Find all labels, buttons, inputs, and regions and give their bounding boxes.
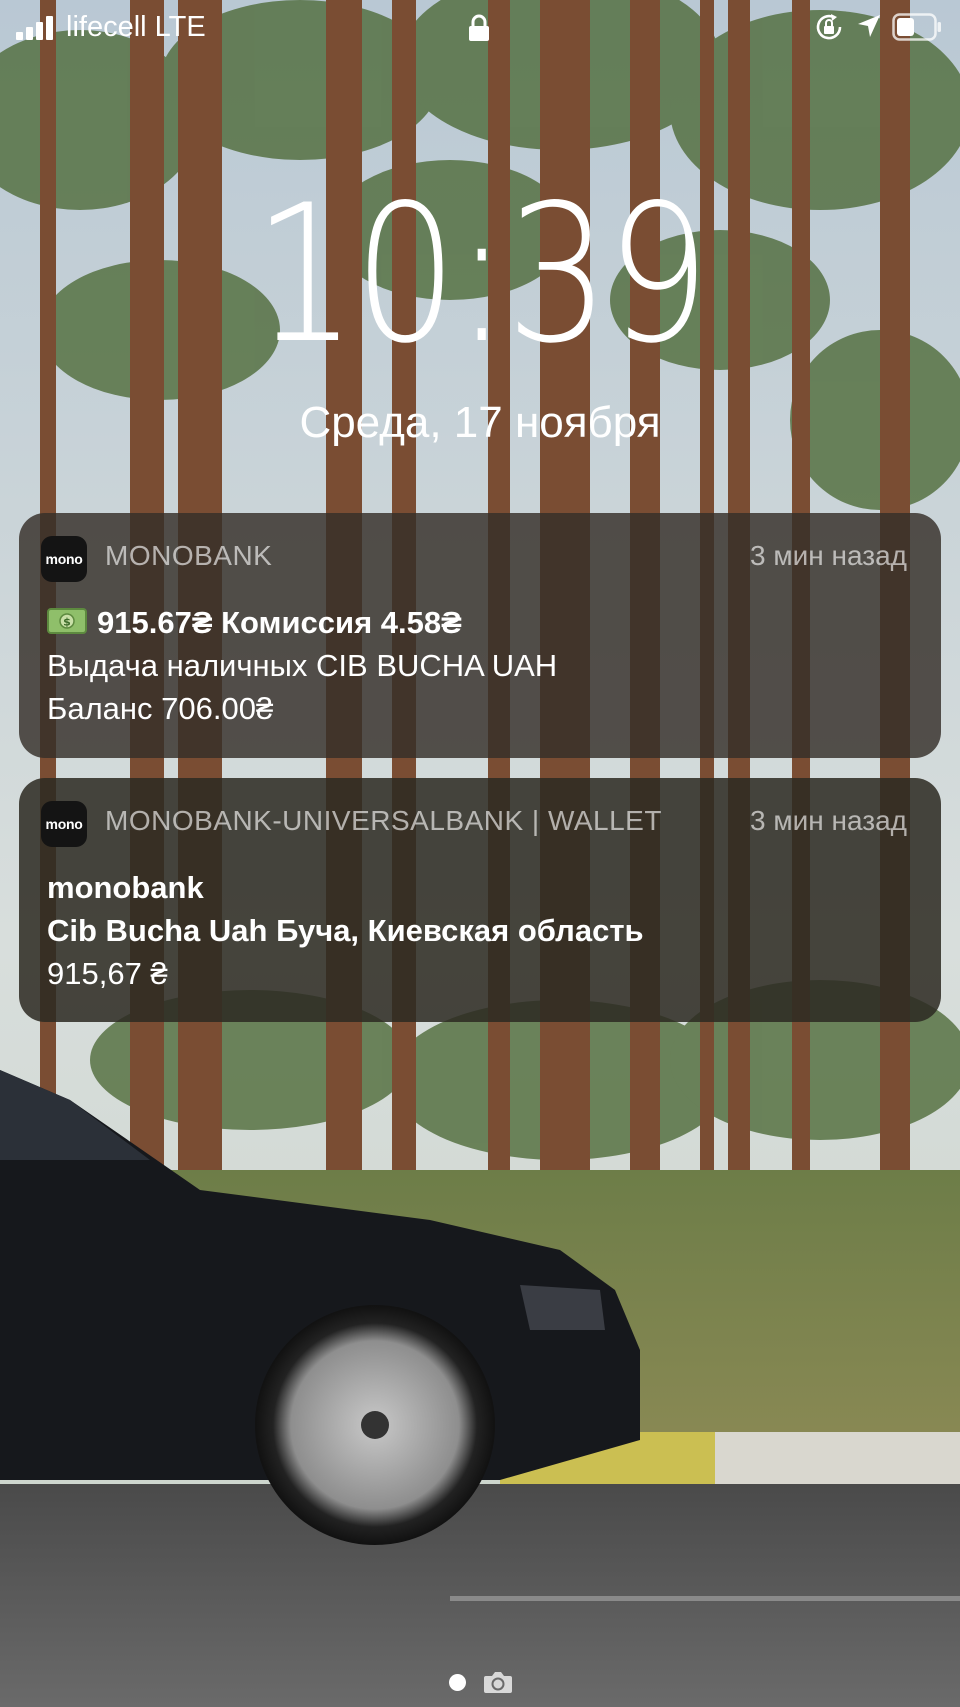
notification-monobank[interactable]: mono MONOBANK 3 мин назад $ 915.67₴ Коми… xyxy=(19,513,941,758)
carrier-label: lifecell LTE xyxy=(66,11,206,43)
notification-wallet[interactable]: mono MONOBANK-UNIVERSALBANK | WALLET 3 м… xyxy=(19,778,941,1022)
camera-icon[interactable] xyxy=(483,1669,513,1695)
notification-title-line: $ 915.67₴ Комиссия 4.58₴ xyxy=(47,601,913,644)
notification-app-name: MONOBANK-UNIVERSALBANK | WALLET xyxy=(105,805,662,836)
page-indicator-dot xyxy=(449,1674,466,1691)
notification-title: monobank xyxy=(47,870,204,905)
lock-icon xyxy=(469,14,489,41)
battery-icon xyxy=(892,13,941,41)
notification-body: $ 915.67₴ Комиссия 4.58₴ Выдача наличных… xyxy=(47,601,913,730)
lock-screen: lifecell LTE 10:39 Среда, 17 ноября mono… xyxy=(0,0,960,1707)
notification-line: Выдача наличных CIB BUCHA UAH xyxy=(47,648,558,683)
monobank-app-icon: mono xyxy=(41,536,87,582)
signal-icon xyxy=(16,14,58,40)
notification-app-name: MONOBANK xyxy=(105,540,273,571)
rotation-lock-icon xyxy=(816,14,842,40)
money-bill-icon: $ xyxy=(47,608,87,634)
lock-screen-time: 10:39 xyxy=(253,164,710,385)
svg-text:$: $ xyxy=(63,616,71,629)
lock-screen-date: Среда, 17 ноября xyxy=(299,398,661,447)
monobank-app-icon: mono xyxy=(41,801,87,847)
location-icon xyxy=(858,15,880,37)
notification-body: monobank Cib Bucha Uah Буча, Киевская об… xyxy=(47,866,913,995)
notification-amount: 915,67 ₴ xyxy=(47,956,168,991)
notification-subtitle: Cib Bucha Uah Буча, Киевская область xyxy=(47,913,644,948)
notification-time: 3 мин назад xyxy=(750,540,907,571)
notification-line: Баланс 706.00₴ xyxy=(47,691,274,726)
notification-time: 3 мин назад xyxy=(750,805,907,836)
status-bar: lifecell LTE xyxy=(0,0,960,56)
notification-title: 915.67₴ Комиссия 4.58₴ xyxy=(97,605,462,640)
